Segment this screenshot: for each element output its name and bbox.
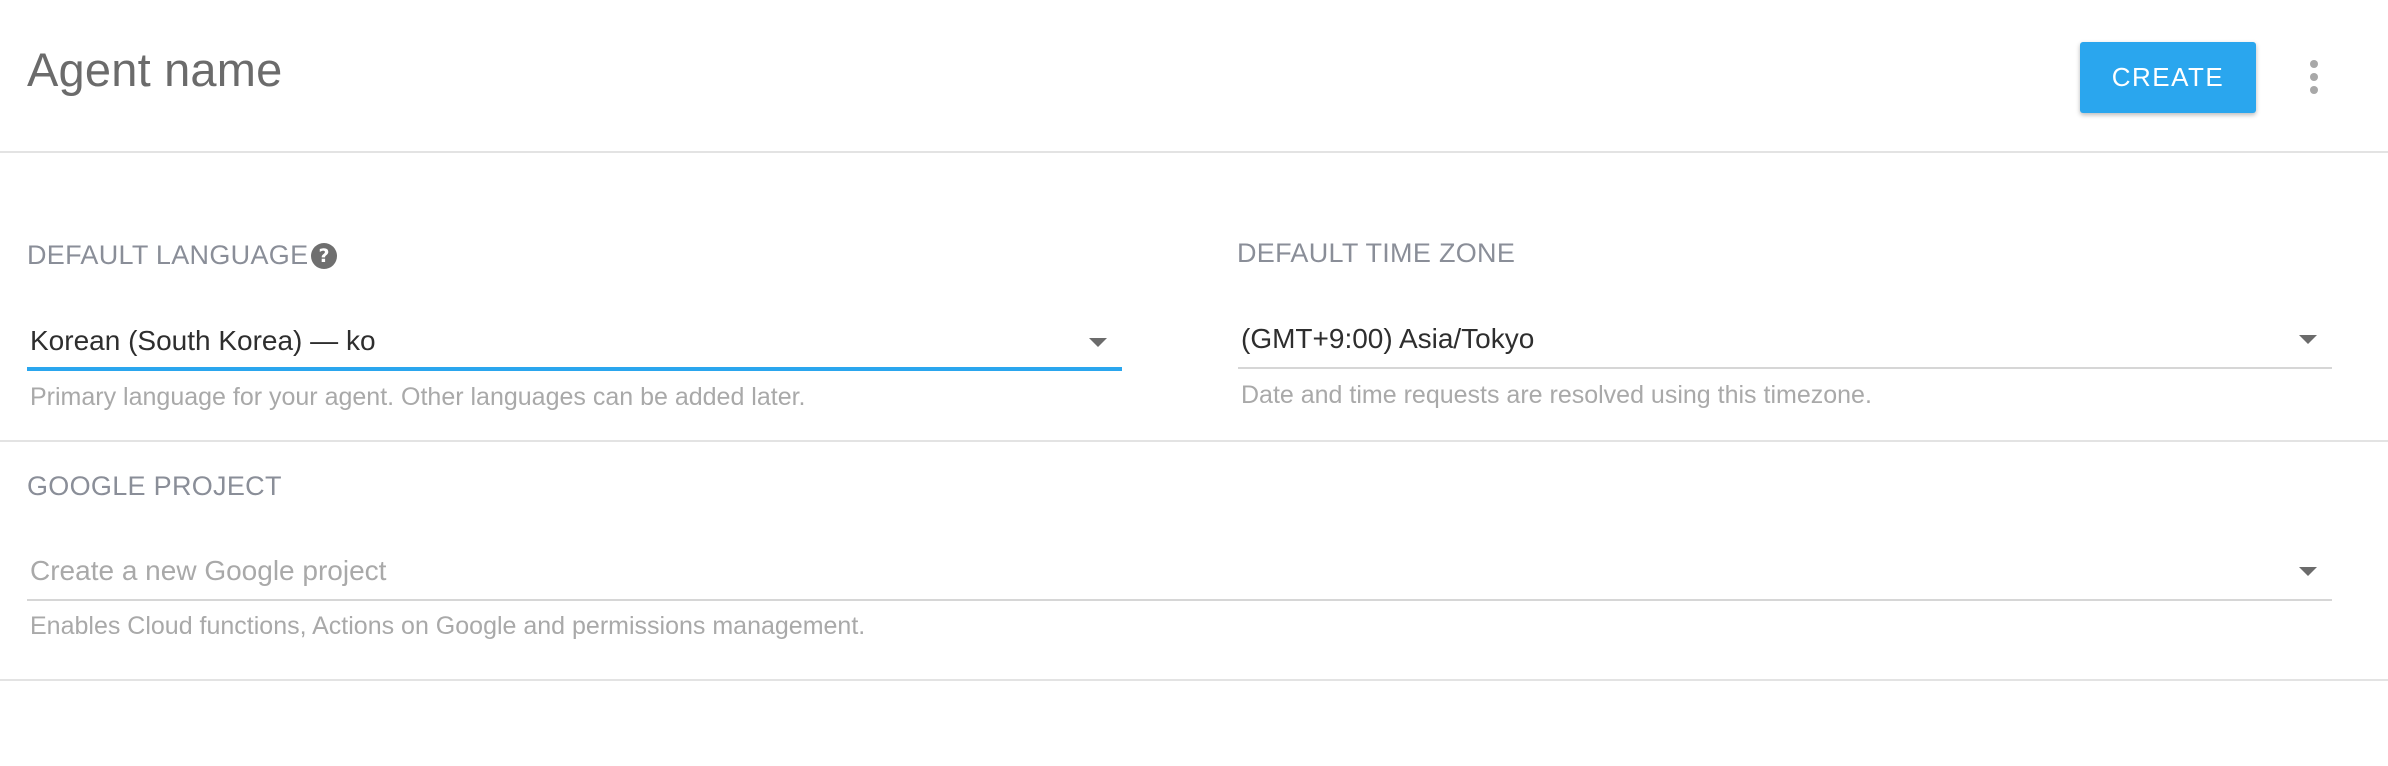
create-button[interactable]: CREATE: [2080, 42, 2256, 113]
google-project-select[interactable]: Create a new Google project: [27, 546, 2332, 602]
google-project-underline: [27, 599, 2332, 601]
default-language-hint: Primary language for your agent. Other l…: [30, 383, 806, 411]
default-time-zone-value: (GMT+9:00) Asia/Tokyo: [1241, 323, 1535, 354]
google-project-hint: Enables Cloud functions, Actions on Goog…: [30, 612, 866, 640]
default-time-zone-select[interactable]: (GMT+9:00) Asia/Tokyo: [1238, 314, 2332, 370]
chevron-down-icon: [2299, 335, 2317, 344]
default-time-zone-underline: [1238, 367, 2332, 369]
more-dot: [2310, 73, 2318, 81]
section-divider: [0, 679, 2388, 681]
more-dot: [2310, 86, 2318, 94]
chevron-down-icon: [1089, 338, 1107, 347]
section-divider: [0, 440, 2388, 442]
more-dot: [2310, 60, 2318, 68]
default-language-underline: [27, 367, 1122, 371]
default-language-value: Korean (South Korea) — ko: [30, 325, 376, 356]
default-language-select[interactable]: Korean (South Korea) — ko: [27, 315, 1122, 373]
default-time-zone-hint: Date and time requests are resolved usin…: [1241, 381, 1872, 409]
google-project-placeholder: Create a new Google project: [30, 555, 387, 586]
default-language-label: DEFAULT LANGUAGE: [27, 240, 309, 270]
help-icon[interactable]: ?: [311, 243, 337, 269]
chevron-down-icon: [2299, 567, 2317, 576]
default-time-zone-label: DEFAULT TIME ZONE: [1237, 238, 1516, 268]
google-project-label: GOOGLE PROJECT: [27, 471, 282, 501]
agent-name-input[interactable]: Agent name: [27, 42, 282, 97]
header-bar: Agent name CREATE: [0, 0, 2388, 153]
create-agent-page: Agent name CREATE DEFAULT LANGUAGE ? Kor…: [0, 0, 2388, 766]
more-vertical-icon[interactable]: [2294, 52, 2334, 102]
